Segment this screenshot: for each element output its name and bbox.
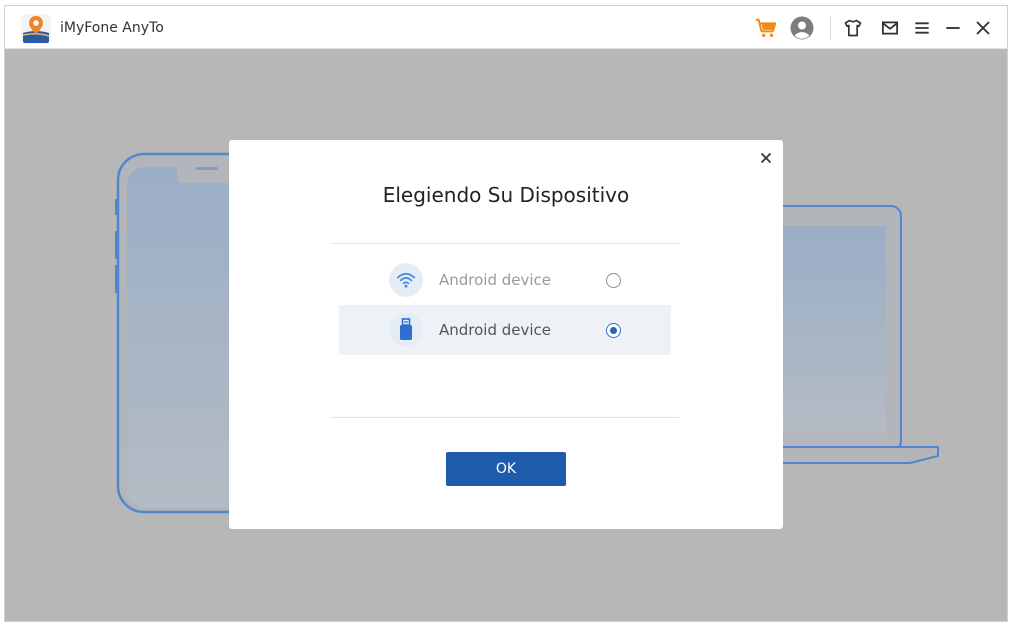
dialog-title: Elegiendo Su Dispositivo [382, 183, 630, 207]
option-label: Android device [439, 321, 552, 339]
app-window: iMyFone AnyTo Elegiendo Su Dispositivo A… [4, 5, 1008, 622]
option-radio[interactable] [606, 273, 621, 288]
option-label: Android device [439, 271, 552, 289]
close-icon[interactable] [971, 16, 995, 40]
mail-icon[interactable] [878, 16, 902, 40]
option-usb-android[interactable]: Android device [339, 305, 671, 355]
dialog-close-icon[interactable] [758, 150, 774, 166]
wifi-icon [389, 263, 423, 297]
minimize-icon[interactable] [941, 16, 965, 40]
divider-top [331, 243, 679, 244]
toolbar-separator [830, 16, 831, 40]
cart-icon[interactable] [754, 16, 778, 40]
app-logo-icon [21, 14, 51, 44]
menu-icon[interactable] [910, 16, 934, 40]
ok-button[interactable]: OK [446, 452, 566, 486]
device-selection-dialog: Elegiendo Su Dispositivo Android device [229, 140, 783, 529]
option-wifi-android[interactable]: Android device [339, 255, 671, 305]
user-icon[interactable] [790, 16, 814, 40]
option-radio-selected[interactable] [606, 323, 621, 338]
tshirt-icon[interactable] [841, 16, 865, 40]
laptop-illustration [764, 205, 939, 464]
divider-bottom [331, 417, 679, 418]
app-title: iMyFone AnyTo [60, 20, 164, 36]
usb-icon [389, 313, 423, 347]
title-bar: iMyFone AnyTo [5, 6, 1007, 49]
main-content: Elegiendo Su Dispositivo Android device [5, 49, 1007, 621]
